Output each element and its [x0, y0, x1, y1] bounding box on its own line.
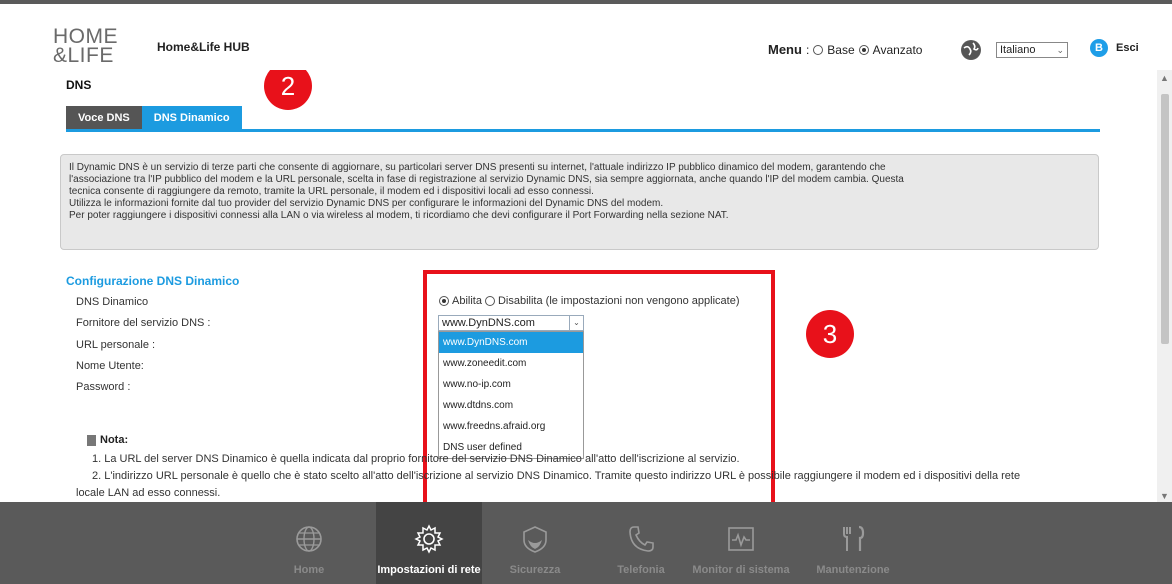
note-line-2: 2. L'indirizzo URL personale è quello ch… [92, 470, 1021, 482]
bottom-nav: Home Impostazioni di rete Sicurezza Tele… [0, 502, 1172, 584]
ddns-label: DNS Dinamico [76, 296, 149, 308]
menu-separator: : [805, 42, 810, 57]
provider-label: Fornitore del servizio DNS : [76, 317, 211, 329]
tab-underline [66, 129, 1100, 132]
nav-telephony[interactable]: Telefonia [588, 502, 694, 584]
logout-link[interactable]: Esci [1116, 42, 1139, 54]
nav-label: Telefonia [617, 564, 665, 576]
tab-voce-dns[interactable]: Voce DNS [66, 106, 142, 130]
menu-advanced-radio[interactable] [858, 44, 869, 55]
gear-icon [414, 524, 444, 554]
scroll-down-icon[interactable]: ▼ [1160, 491, 1169, 501]
note-heading: Nota: [87, 434, 128, 446]
nav-label: Monitor di sistema [692, 564, 790, 576]
note-line-2b: locale LAN ad esso connessi. [76, 487, 221, 499]
logout-icon[interactable]: B [1090, 39, 1108, 57]
nav-security[interactable]: Sicurezza [482, 502, 588, 584]
menu-base-radio[interactable] [813, 44, 824, 55]
hub-title: Home&Life HUB [157, 40, 250, 54]
scroll-up-icon[interactable]: ▲ [1160, 73, 1169, 83]
note-line-1: 1. La URL del server DNS Dinamico è quel… [92, 453, 740, 465]
annotation-badge-2: 2 [264, 70, 312, 110]
globe-icon [296, 526, 322, 552]
annotation-highlight-box [423, 270, 775, 502]
section-title: Configurazione DNS Dinamico [66, 274, 240, 288]
nav-maintenance[interactable]: Manutenzione [800, 502, 906, 584]
nav-label: Home [293, 564, 325, 576]
monitor-icon [728, 527, 754, 551]
menu-label: Menu [768, 42, 802, 57]
password-label: Password : [76, 381, 131, 393]
nav-label: Impostazioni di rete [377, 564, 481, 576]
menu-mode: Menu : Base Avanzato [768, 42, 922, 57]
menu-base-label[interactable]: Base [827, 43, 854, 57]
nav-label: Sicurezza [509, 564, 561, 576]
phone-icon [629, 526, 654, 552]
main-content: DNS Voce DNS DNS Dinamico 2 Il Dynamic D… [0, 70, 1172, 502]
info-line: Il Dynamic DNS è un servizio di terze pa… [69, 162, 886, 173]
scrollbar-thumb[interactable] [1161, 94, 1169, 344]
nav-home[interactable]: Home [256, 502, 362, 584]
language-select[interactable]: Italiano ⌄ [996, 42, 1068, 58]
top-header: HOME &LIFE Home&Life HUB Menu : Base Ava… [0, 8, 1172, 70]
info-box: Il Dynamic DNS è un servizio di terze pa… [60, 154, 1099, 250]
shield-icon [523, 526, 547, 553]
note-title: Nota: [100, 434, 129, 446]
url-label: URL personale : [76, 339, 156, 351]
page-title: DNS [66, 78, 92, 92]
chevron-down-icon: ⌄ [1056, 45, 1064, 55]
menu-advanced-label[interactable]: Avanzato [873, 43, 923, 57]
note-icon [87, 434, 96, 446]
logo-line2: &LIFE [53, 44, 114, 67]
language-value: Italiano [1000, 44, 1036, 56]
nav-network-settings[interactable]: Impostazioni di rete [376, 502, 482, 584]
info-line: Per poter raggiungere i dispositivi conn… [69, 210, 729, 221]
info-line: Utilizza le informazioni fornite dal tuo… [69, 198, 664, 209]
tools-icon [843, 525, 865, 551]
browser-frame: HOME &LIFE Home&Life HUB Menu : Base Ava… [0, 0, 1172, 584]
info-line: tecnica consente di raggiungere da remot… [69, 186, 594, 197]
logo: HOME &LIFE [53, 26, 118, 67]
nav-system-monitor[interactable]: Monitor di sistema [688, 502, 794, 584]
tab-dns-dinamico[interactable]: DNS Dinamico [141, 106, 242, 130]
tab-bar: Voce DNS DNS Dinamico [66, 106, 242, 130]
info-line: l'associazione tra l'IP pubblico del mod… [69, 174, 904, 185]
annotation-badge-3: 3 [806, 310, 854, 358]
nav-label: Manutenzione [816, 564, 890, 576]
username-label: Nome Utente: [76, 360, 144, 372]
globe-icon [961, 40, 981, 60]
